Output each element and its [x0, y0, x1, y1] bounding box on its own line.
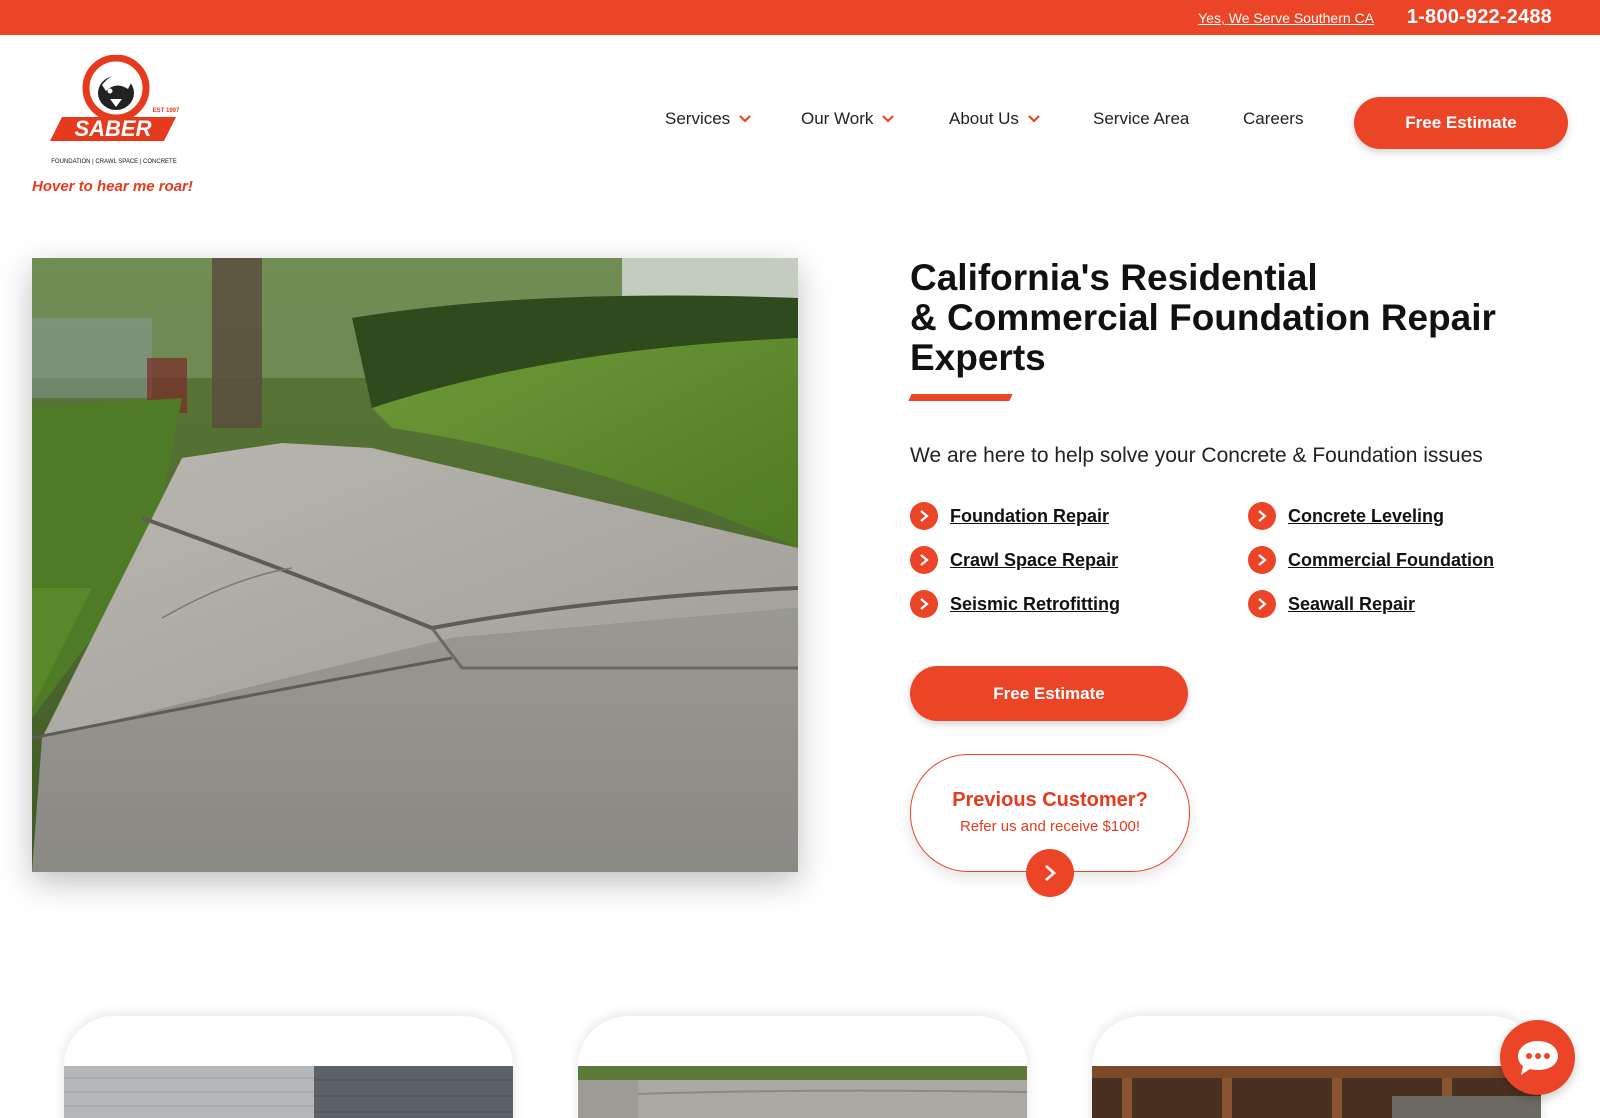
arrow-right-icon	[1045, 865, 1056, 881]
service-link-label: Foundation Repair	[950, 505, 1109, 526]
roar-hint: Hover to hear me roar!	[32, 178, 193, 195]
svg-text:FOUNDATION | CRAWL SPACE | CON: FOUNDATION | CRAWL SPACE | CONCRETE	[51, 159, 176, 165]
hero-subheading: We are here to help solve your Concrete …	[910, 444, 1483, 467]
service-link-label: Seawall Repair	[1288, 593, 1416, 614]
top-bar: Yes, We Serve Southern CA 1-800-922-2488	[0, 0, 1600, 35]
arrow-right-icon	[1248, 546, 1276, 574]
nav-about-us[interactable]: About Us	[949, 109, 1041, 129]
nav-label: Service Area	[1093, 109, 1190, 128]
referral-title: Previous Customer?	[952, 789, 1148, 811]
arrow-right-icon	[1248, 502, 1276, 530]
service-link-crawl-space-repair[interactable]: Crawl Space Repair	[910, 546, 1118, 574]
service-link-foundation-repair[interactable]: Foundation Repair	[910, 502, 1109, 530]
service-link-seismic-retrofitting[interactable]: Seismic Retrofitting	[910, 590, 1120, 618]
service-area-link[interactable]: Yes, We Serve Southern CA	[1198, 10, 1374, 26]
nav-label: Services	[665, 109, 731, 128]
card-image-concrete-driveway	[578, 1066, 1027, 1118]
service-link-label: Concrete Leveling	[1288, 505, 1445, 526]
nav-our-work[interactable]: Our Work	[801, 109, 895, 129]
chat-widget-button[interactable]	[1500, 1020, 1575, 1095]
card-image-crawl-space	[1092, 1066, 1541, 1118]
headline-accent-bar	[908, 394, 1013, 401]
arrow-right-icon	[910, 546, 938, 574]
service-link-seawall-repair[interactable]: Seawall Repair	[1248, 590, 1415, 618]
free-estimate-button-hero[interactable]: Free Estimate	[910, 666, 1188, 721]
hero-headline: California's Residential & Commercial Fo…	[910, 258, 1570, 378]
service-link-commercial-foundation[interactable]: Commercial Foundation	[1248, 546, 1494, 574]
service-card-1[interactable]	[64, 1016, 513, 1118]
nav-label: About Us	[949, 109, 1019, 128]
arrow-right-icon	[910, 590, 938, 618]
arrow-right-icon	[910, 502, 938, 530]
free-estimate-button-header[interactable]: Free Estimate	[1354, 97, 1568, 149]
chevron-down-icon	[1028, 115, 1040, 123]
service-link-label: Crawl Space Repair	[950, 549, 1119, 570]
headline-line: Experts	[910, 337, 1046, 378]
hero-image-cracked-sidewalk	[32, 258, 798, 872]
service-card-3[interactable]	[1092, 1016, 1541, 1118]
headline-line: & Commercial Foundation Repair	[910, 297, 1496, 338]
service-link-concrete-leveling[interactable]: Concrete Leveling	[1248, 502, 1444, 530]
chevron-down-icon	[882, 115, 895, 123]
chat-bubble-icon	[1517, 1040, 1558, 1075]
referral-arrow-button[interactable]	[1026, 849, 1074, 897]
svg-text:EST 1997: EST 1997	[153, 108, 180, 114]
service-link-label: Commercial Foundation	[1288, 549, 1495, 570]
nav-label: Careers	[1243, 109, 1304, 128]
service-card-2[interactable]	[578, 1016, 1027, 1118]
card-image-house-siding	[64, 1066, 513, 1118]
service-link-label: Seismic Retrofitting	[950, 593, 1121, 614]
phone-number-link[interactable]: 1-800-922-2488	[1407, 6, 1552, 29]
nav-label: Our Work	[801, 109, 874, 128]
referral-text: Refer us and receive $100!	[959, 818, 1141, 835]
nav-careers[interactable]: Careers	[1243, 109, 1303, 129]
arrow-right-icon	[1248, 590, 1276, 618]
nav-service-area[interactable]: Service Area	[1093, 109, 1189, 129]
chevron-down-icon	[739, 115, 751, 123]
nav-services[interactable]: Services	[665, 109, 752, 129]
site-logo[interactable]: SABER EST 1997 FOUNDATION | CRAWL SPACE …	[44, 54, 184, 170]
svg-text:SABER: SABER	[74, 116, 151, 141]
headline-line: California's Residential	[910, 257, 1318, 298]
